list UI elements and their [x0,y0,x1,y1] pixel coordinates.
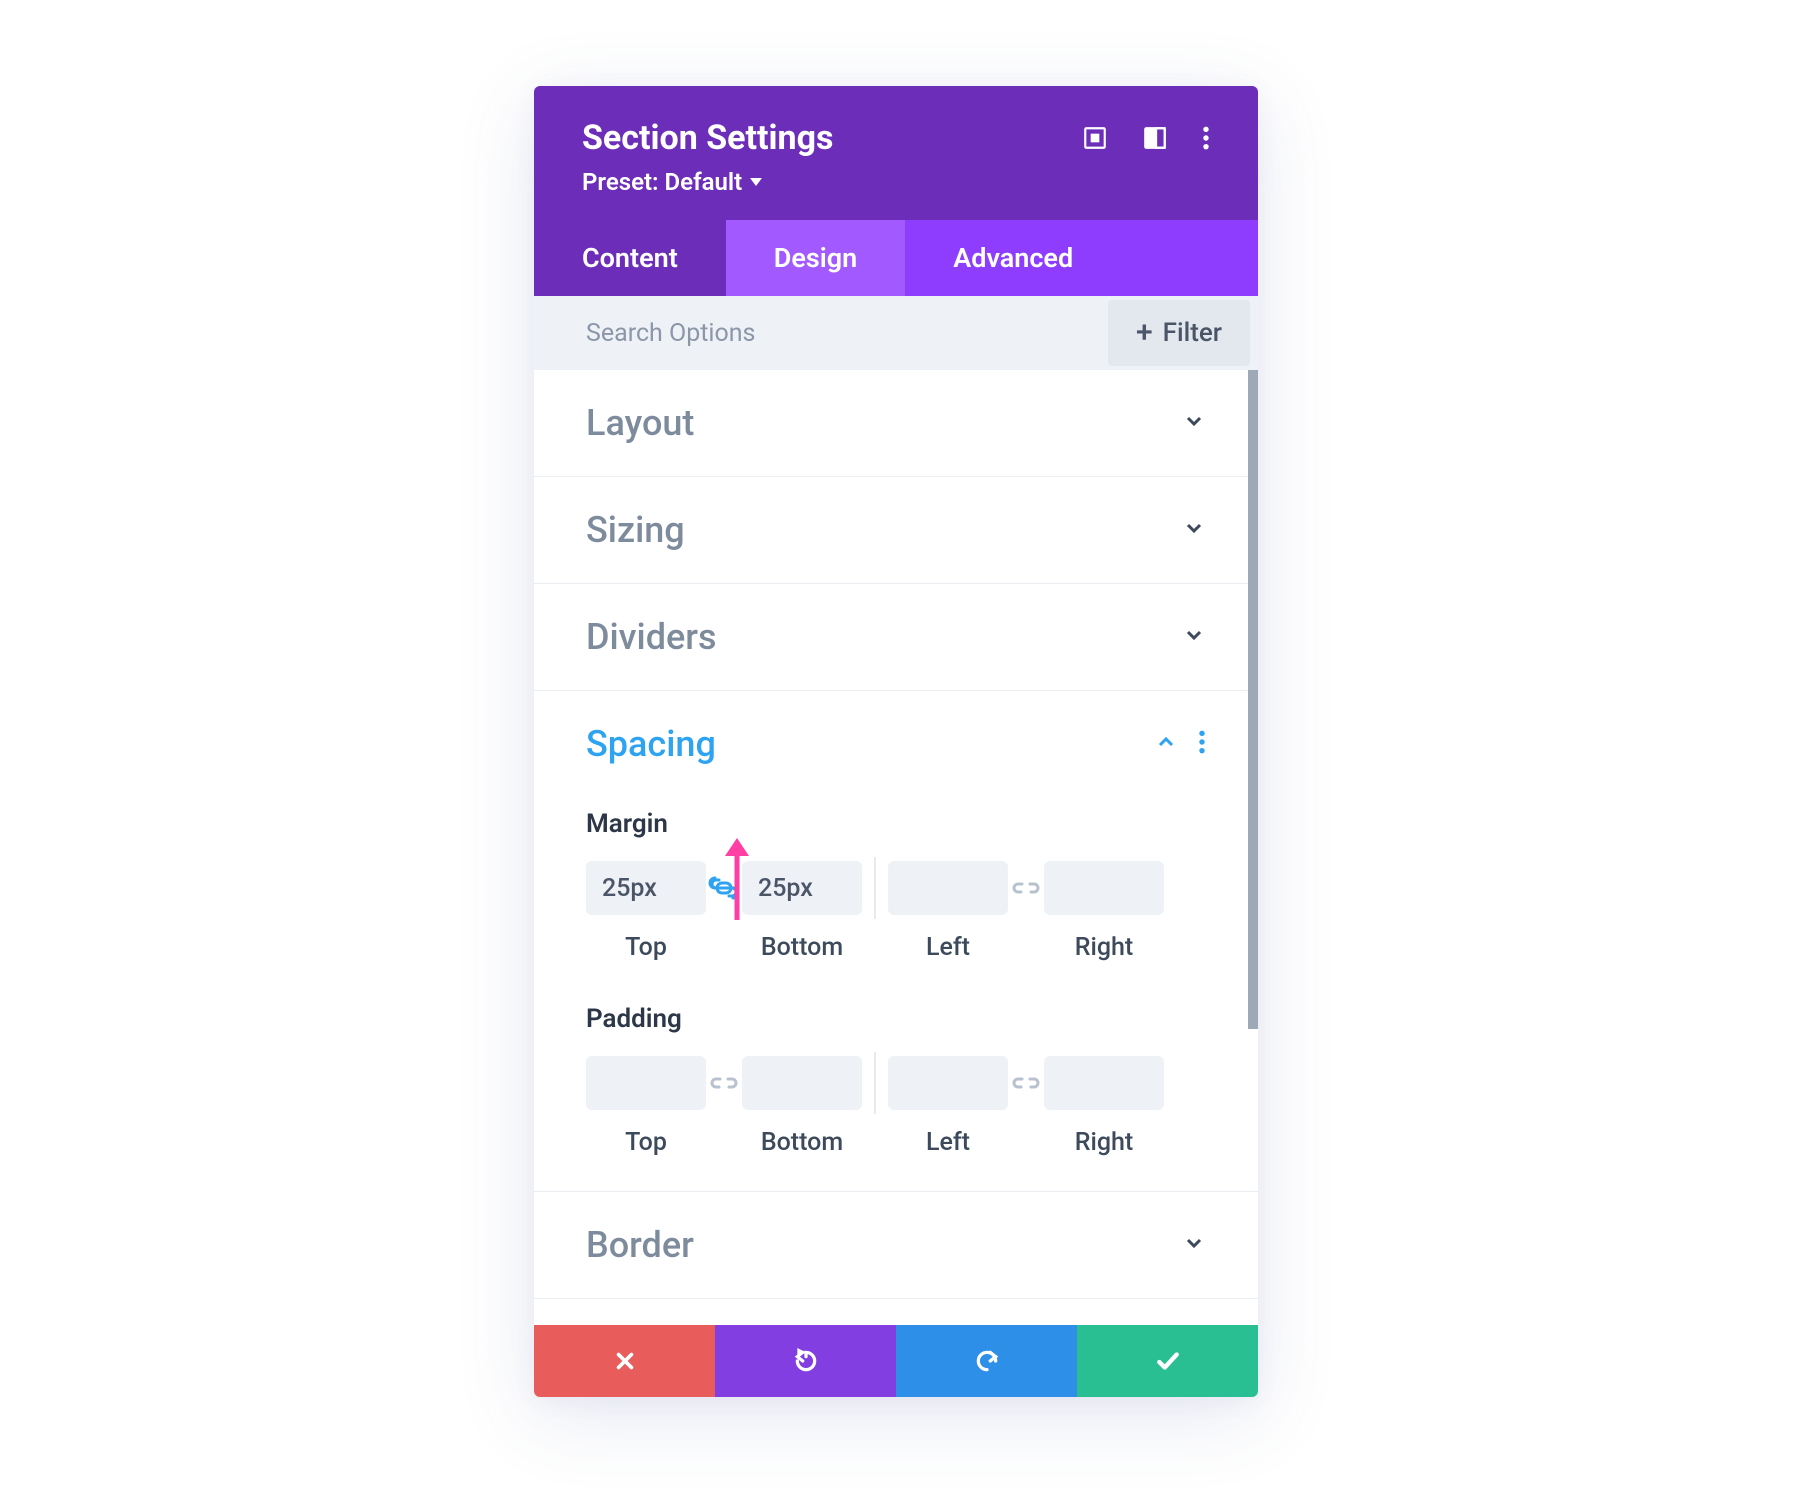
padding-bottom-input[interactable] [742,1056,862,1110]
accordion-spacing-title: Spacing [586,723,716,765]
unlink-icon[interactable] [1008,1071,1044,1095]
more-icon[interactable] [1202,125,1210,151]
label-right: Right [1044,1128,1164,1157]
divider [874,1052,876,1114]
tab-bar: Content Design Advanced [534,220,1258,296]
padding-right-input[interactable] [1044,1056,1164,1110]
padding-label: Padding [586,1004,1206,1034]
chevron-down-icon [1182,516,1206,544]
plus-icon: + [1136,318,1153,348]
chevron-up-icon [1154,730,1178,758]
filter-label: Filter [1163,318,1222,348]
responsive-icon[interactable] [1142,125,1168,151]
margin-inputs [586,857,1206,919]
chevron-down-icon [1182,1231,1206,1259]
accordion-sizing-title: Sizing [586,509,685,551]
spacing-body: Margin [534,809,1258,1192]
tab-advanced[interactable]: Advanced [905,220,1121,296]
label-bottom: Bottom [742,1128,862,1157]
label-bottom: Bottom [742,933,862,962]
check-icon [1155,1348,1181,1374]
padding-inputs [586,1052,1206,1114]
settings-panel: Section Settings [534,86,1258,1397]
spacing-more-icon[interactable] [1198,729,1206,759]
redo-icon [974,1348,1000,1374]
tab-content[interactable]: Content [534,220,726,296]
accordion-dividers-title: Dividers [586,616,717,658]
label-right: Right [1044,933,1164,962]
unlink-icon[interactable] [706,1071,742,1095]
accordion-spacing[interactable]: Spacing [534,691,1258,797]
unlink-icon[interactable] [1008,876,1044,900]
save-button[interactable] [1077,1325,1258,1397]
divider [874,857,876,919]
tab-design[interactable]: Design [726,220,905,296]
padding-left-input[interactable] [888,1056,1008,1110]
panel-title: Section Settings [582,118,833,158]
panel-footer [534,1325,1258,1397]
accordion-layout-title: Layout [586,402,694,444]
margin-right-input[interactable] [1044,861,1164,915]
label-top: Top [586,933,706,962]
margin-left-input[interactable] [888,861,1008,915]
filter-button[interactable]: + Filter [1108,300,1250,366]
accordion-border[interactable]: Border [534,1192,1258,1299]
options-scroll-area: Layout Sizing Dividers Spacing [534,370,1258,1330]
label-left: Left [888,1128,1008,1157]
preset-label: Preset: Default [582,168,742,196]
redo-button[interactable] [896,1325,1077,1397]
panel-header: Section Settings [534,86,1258,220]
caret-down-icon [750,178,762,186]
search-input[interactable] [534,299,1108,368]
label-top: Top [586,1128,706,1157]
cancel-button[interactable] [534,1325,715,1397]
padding-top-input[interactable] [586,1056,706,1110]
link-icon[interactable] [706,876,742,900]
chevron-down-icon [1182,623,1206,651]
undo-icon [793,1348,819,1374]
accordion-border-title: Border [586,1224,694,1266]
preset-selector[interactable]: Preset: Default [582,168,762,196]
accordion-sizing[interactable]: Sizing [534,477,1258,584]
margin-label: Margin [586,809,1206,839]
margin-top-input[interactable] [586,861,706,915]
expand-icon[interactable] [1082,125,1108,151]
undo-button[interactable] [715,1325,896,1397]
chevron-down-icon [1182,409,1206,437]
close-icon [614,1350,636,1372]
margin-bottom-input[interactable] [742,861,862,915]
search-row: + Filter [534,296,1258,370]
accordion-dividers[interactable]: Dividers [534,584,1258,691]
label-left: Left [888,933,1008,962]
accordion-layout[interactable]: Layout [534,370,1258,477]
